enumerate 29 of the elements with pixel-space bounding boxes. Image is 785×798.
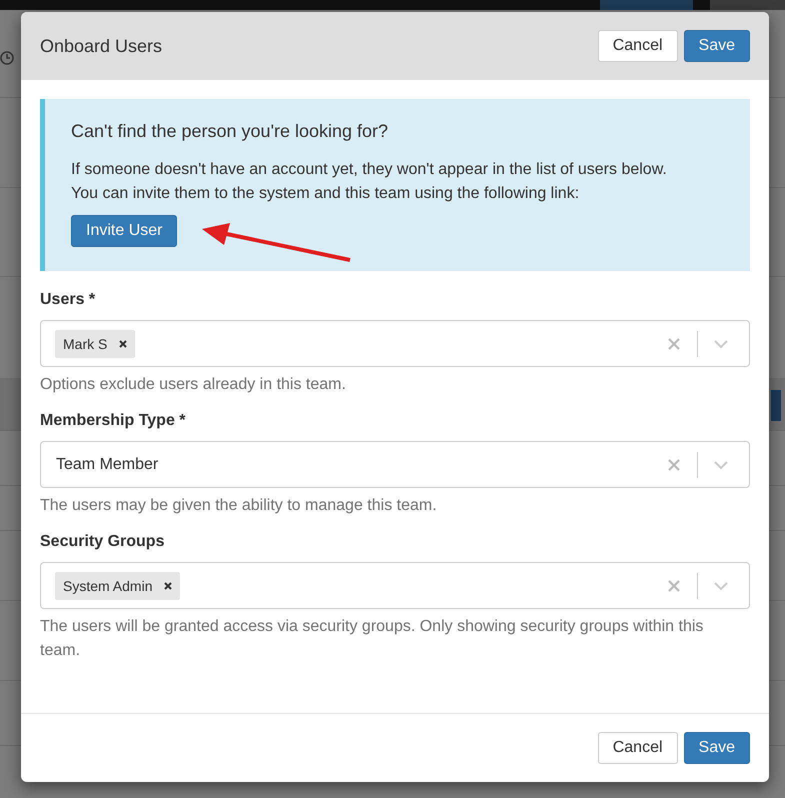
invite-button[interactable]: Invite User [71, 215, 178, 247]
tag-chip: System Admin [55, 572, 180, 600]
chevron-down-icon[interactable] [713, 580, 729, 590]
select-field[interactable]: System Admin [40, 562, 750, 609]
dialog-title: Onboard Users [40, 36, 164, 56]
select-value: Team Member [56, 456, 158, 474]
tag-chip: Mark S [55, 330, 136, 358]
save-button[interactable]: Save [684, 30, 750, 62]
clear-icon[interactable] [667, 578, 681, 592]
chevron-down-icon[interactable] [713, 460, 729, 470]
clear-icon[interactable] [667, 458, 681, 472]
chevron-down-icon[interactable] [713, 338, 729, 348]
save-button[interactable]: Save [684, 732, 750, 764]
select-field[interactable]: Team Member [40, 441, 750, 488]
field-label: Security Groups [40, 533, 166, 551]
field-label: Membership Type * [40, 412, 187, 430]
remove-icon[interactable] [164, 582, 172, 590]
help-text: The users will be granted access via security groups. Only showing security groups within this team. [40, 617, 704, 661]
clear-icon[interactable] [667, 336, 681, 350]
help-text: Options exclude users already in this team. [40, 375, 347, 395]
clock-icon [0, 51, 14, 65]
notice-text: If someone doesn't have an account yet, they won't appear in the list of users below. You can invite them to the system and this team using the following link: [71, 160, 668, 204]
select-field[interactable]: Mark S [40, 320, 750, 367]
cancel-button[interactable]: Cancel [598, 732, 678, 764]
cancel-button[interactable]: Cancel [598, 30, 678, 62]
field-label: Users * [40, 291, 96, 309]
remove-icon[interactable] [119, 340, 128, 348]
notice-heading: Can't find the person you're looking for? [71, 121, 390, 142]
help-text: The users may be given the ability to manage this team. [40, 496, 438, 516]
